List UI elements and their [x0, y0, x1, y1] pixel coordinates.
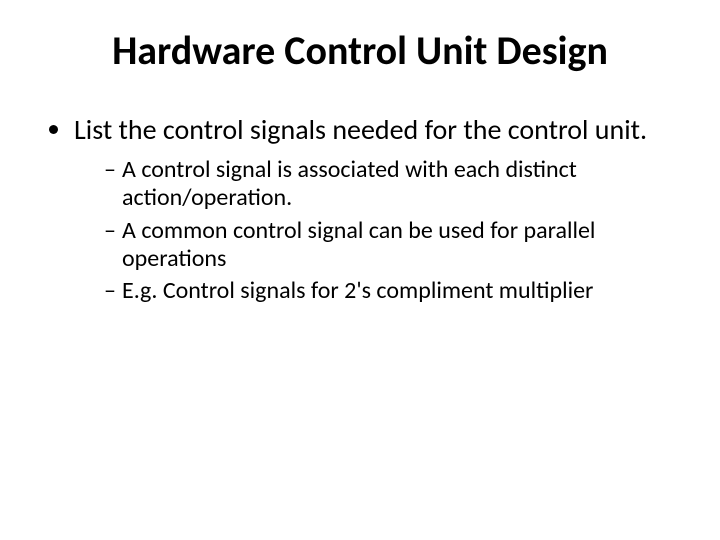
slide-title: Hardware Control Unit Design — [0, 0, 720, 75]
sub-bullet-text: A common control signal can be used for … — [122, 216, 595, 273]
bullet-item: List the control signals needed for the … — [74, 113, 672, 306]
bullet-list: List the control signals needed for the … — [48, 113, 672, 306]
sub-bullet-item: A control signal is associated with each… — [104, 156, 672, 213]
bullet-text: List the control signals needed for the … — [74, 112, 647, 147]
sub-bullet-text: A control signal is associated with each… — [122, 155, 577, 212]
slide: Hardware Control Unit Design List the co… — [0, 0, 720, 540]
sub-bullet-list: A control signal is associated with each… — [74, 156, 672, 306]
sub-bullet-item: E.g. Control signals for 2's compliment … — [104, 277, 672, 305]
slide-body: List the control signals needed for the … — [0, 75, 720, 306]
sub-bullet-text: E.g. Control signals for 2's compliment … — [122, 276, 593, 305]
sub-bullet-item: A common control signal can be used for … — [104, 217, 672, 274]
